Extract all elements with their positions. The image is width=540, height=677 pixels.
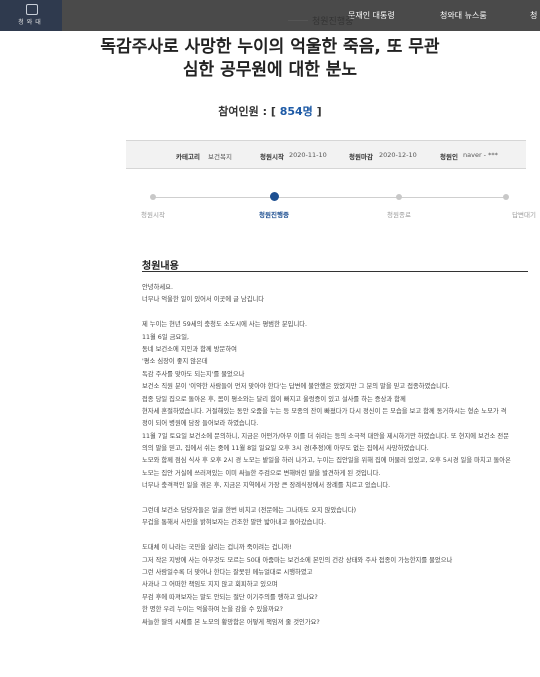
petition-body-line: 제 누이는 현년 59세의 충청도 소도시에 사는 평범한 분입니다. [142,321,308,329]
petition-body-line: 한 명한 우리 누이는 억울하여 눈을 감을 수 있을까요? [142,606,284,614]
step-dot-in-progress [270,192,279,201]
step-label-closed: 청원종료 [387,211,411,219]
petition-body-line: 안녕하세요. [142,284,173,291]
petition-body-line: 부검 후에 따져보자는 말도 안되는 절단 이기주의를 행하고 있나요? [142,593,318,601]
nav-item-president[interactable]: 문재인 대통령 [348,10,395,21]
step-dot-closed [396,194,402,200]
step-label-start: 청원시작 [141,211,165,219]
category-value: 보건복지 [208,153,232,161]
petition-body-line: 무겁을 통해서 사인을 밝혀보자는 건조한 말만 밟아내고 돌아갔습니다. [142,519,327,527]
petition-body-line: 접종 당일 집으로 돌아온 후, 몸이 평소와는 달리 힘이 빠지고 울렁증이 … [142,395,406,403]
page-title: 독감주사로 사망한 누이의 억울한 죽음, 또 무관 심한 공무원에 대한 분노 [0,36,540,82]
section-title: 청원내용 [142,261,179,272]
petition-body-line: 그런 사람일수록 더 맞아나 한다는 잘못된 메뉴얼대로 시행하였고 [142,568,313,576]
petition-body-line: 독감 주사를 맞아도 되는지'를 물었으나 [142,370,245,378]
start-date-label: 청원시작 [260,153,284,161]
top-navigation-bar: 청와대 문재인 대통령 청와대 뉴스룸 청 [0,0,540,31]
petition-body-line: 11월 6일 금요일, [142,333,189,341]
start-date-value: 2020-11-10 [289,151,327,159]
petition-body-line: 그저 작은 지방에 사는 아무것도 모르는 50대 아줌마는 보건소에 본인의 … [142,556,453,564]
end-date-label: 청원마감 [349,153,373,161]
petition-body-line: '평소 심장이 좋지 않은데 [142,358,208,366]
participants-count: 참여인원 : [ 854명 ] [0,103,540,119]
petition-body-line: 동네 보건소에 지인과 함께 방문하여 [142,345,237,353]
petition-body-line: 보건소 직원 분이 '이약한 사람들이 먼저 맞아야 한다'는 답변에 불안했은… [142,383,450,391]
step-label-awaiting: 답변대기 [512,211,536,219]
petition-body-line: 싸늘한 딸의 시체를 본 노모의 황망함은 어떻게 책임져 줄 것인가요? [142,618,320,626]
petition-body-line: 현자세 혼절하였습니다. 거절해있는 동안 오줌을 누는 등 모종의 잔이 빠졌… [142,407,507,415]
status-tab: 청원진행중 [312,17,354,27]
step-dot-awaiting [503,194,509,200]
status-tab-line [288,20,308,21]
page-title-line-2: 심한 공무원에 대한 분노 [182,60,358,80]
petition-body-line: 너무나 충격적인 일을 겪은 후, 지금은 지역에서 가장 큰 장례식장에서 장… [142,482,391,490]
petition-info-box: 카테고리 보건복지 청원시작 2020-11-10 청원마감 2020-12-1… [126,140,526,169]
petition-body-line [142,530,528,542]
petition-body-line: 노모는 집안 거실에 쓰러져있는 이미 싸늘한 주검으로 변해버린 딸을 발견하… [142,469,381,477]
petition-body-line: 너무나 억울한 일이 있어서 이곳에 글 남깁니다 [142,296,265,304]
participants-number: 854명 [279,105,313,118]
emblem-icon [26,4,38,15]
petition-body-line: 의의 말을 믿고, 집에서 쉬는 중에 11월 8일 일요일 오후 3시 경(추… [142,445,429,453]
petition-body-line: 정이 되어 병원에 담장 들어보라 하였습니다. [142,420,259,428]
step-dot-start [150,194,156,200]
petition-body-line: 11월 7일 토요일 보건소에 문의하니, 지금은 어떤가/아무 이를 더 쉬라… [142,432,510,440]
petition-body-line: 그런데 보건소 담당자들은 얼굴 한번 비치고 (전문에는 그나마도 오지 않았… [142,507,357,515]
nav-item-newsroom[interactable]: 청와대 뉴스룸 [440,10,487,21]
nav-item-partial[interactable]: 청 [530,10,537,21]
petition-body-line: 도대체 이 나라는 국민을 살리는 겁니까 죽이려는 겁니까! [142,544,292,552]
petition-body-line: 노모와 함께 점심 식사 후 오후 2시 경 노모는 밭일을 하러 나가고, 누… [142,457,511,465]
author-label: 청원인 [440,153,458,161]
logo[interactable]: 청와대 [0,0,62,31]
progress-track [151,197,505,198]
petition-body-line [142,493,528,505]
end-date-value: 2020-12-10 [379,151,417,159]
page-title-line-1: 독감주사로 사망한 누이의 억울한 죽음, 또 무관 [100,37,440,57]
petition-body-line [142,307,528,319]
petition-body: 안녕하세요. 너무나 억울한 일이 있어서 이곳에 글 남깁니다제 누이는 현년 … [142,282,528,629]
step-label-in-progress: 청원진행중 [259,211,289,219]
category-label: 카테고리 [176,153,200,161]
section-divider [142,271,528,272]
author-value: naver - *** [463,151,498,159]
logo-text: 청와대 [18,19,44,26]
participants-label: 참여인원 : [ [218,105,276,118]
petition-body-line: 사과나 그 어떠한 책임도 지지 않고 회피하고 있으며 [142,581,278,589]
participants-suffix: ] [316,105,322,118]
